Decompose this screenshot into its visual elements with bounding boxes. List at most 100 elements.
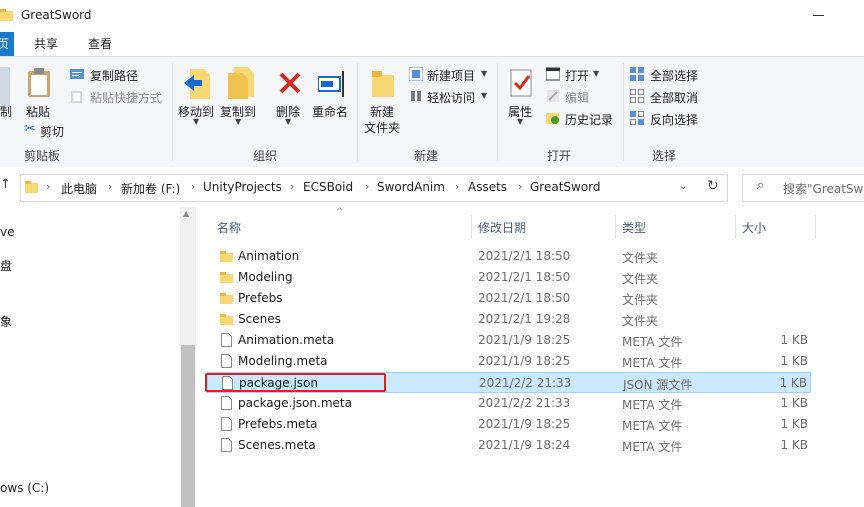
properties-button[interactable]: 属性 ▼ — [504, 65, 540, 127]
address-dropdown-icon[interactable]: ⌄ — [679, 181, 687, 192]
new-item-label: 新建项目 — [427, 69, 476, 83]
copy-path-icon — [70, 69, 84, 79]
file-row[interactable]: Scenes 2021/2/1 19:28 文件夹 — [207, 309, 811, 330]
file-row[interactable]: Animation 2021/2/1 18:50 文件夹 — [207, 246, 811, 267]
nav-scrollbar[interactable]: ▲ — [180, 207, 196, 507]
column-divider[interactable] — [471, 215, 472, 239]
nav-item-onedrive[interactable]: ve — [0, 225, 14, 239]
edit-label: 编辑 — [565, 91, 590, 105]
dropdown-arrow-icon: ▼ — [193, 117, 200, 126]
new-folder-button[interactable]: 新建 文件夹 — [364, 65, 404, 141]
column-divider[interactable] — [815, 215, 816, 239]
folder-icon — [220, 314, 233, 325]
file-size: 1 KB — [780, 438, 808, 452]
column-divider[interactable] — [615, 215, 616, 239]
delete-button[interactable]: 删除 ▼ — [270, 65, 310, 127]
file-date: 2021/1/9 18:24 — [478, 438, 571, 452]
file-name: Scenes — [238, 312, 281, 326]
file-row[interactable]: Modeling.meta 2021/1/9 18:25 META 文件 1 KB — [207, 351, 811, 372]
file-type: META 文件 — [622, 335, 683, 349]
file-type: 文件夹 — [622, 314, 659, 328]
file-row[interactable]: Scenes.meta 2021/1/9 18:24 META 文件 1 KB — [207, 435, 811, 456]
file-size: 1 KB — [780, 333, 808, 347]
file-icon — [221, 333, 232, 347]
file-row[interactable]: package.json.meta 2021/2/2 21:33 META 文件 1 … — [207, 393, 811, 414]
nav-item-pictures[interactable]: 象 — [0, 313, 12, 330]
column-header-name[interactable]: 名称 — [217, 219, 241, 236]
breadcrumb-ecsboid[interactable]: ECSBoid — [303, 180, 353, 194]
scrollbar-thumb[interactable] — [181, 345, 195, 507]
folder-icon — [220, 272, 233, 283]
column-divider[interactable] — [735, 215, 736, 239]
paste-shortcut-icon — [71, 91, 82, 103]
breadcrumb-separator-icon: › — [518, 180, 523, 193]
paste-button[interactable]: 粘贴 — [24, 65, 54, 125]
column-header-type[interactable]: 类型 — [622, 219, 646, 236]
address-bar[interactable]: › 此电脑 › 新加卷 (F:) › UnityProjects › ECSBo… — [20, 174, 700, 202]
file-row[interactable]: Prefebs 2021/2/1 18:50 文件夹 — [207, 288, 811, 309]
tab-share[interactable]: 共享 — [26, 32, 66, 56]
move-to-button[interactable]: 移动到 ▼ — [178, 65, 218, 127]
clipboard-icon — [28, 68, 50, 97]
window-title: GreatSword — [21, 8, 92, 22]
open-icon — [546, 67, 560, 81]
tab-view[interactable]: 查看 — [80, 32, 120, 56]
new-folder-label-line2: 文件夹 — [364, 121, 401, 135]
breadcrumb-assets[interactable]: Assets — [468, 180, 507, 194]
file-date: 2021/1/9 18:25 — [478, 417, 571, 431]
easy-access-label: 轻松访问 — [427, 91, 476, 105]
breadcrumb-swordanim[interactable]: SwordAnim — [377, 180, 445, 194]
easy-access-icon — [411, 91, 421, 101]
folder-icon — [25, 181, 38, 193]
up-arrow-icon[interactable]: ↑ — [0, 177, 11, 192]
file-date: 2021/1/9 18:25 — [478, 333, 571, 347]
copy-to-button[interactable]: 复制到 ▼ — [220, 65, 260, 127]
column-header-date[interactable]: 修改日期 — [478, 219, 526, 236]
file-name: Scenes.meta — [238, 438, 316, 452]
folder-icon — [220, 293, 233, 304]
dropdown-arrow-icon: ▼ — [481, 91, 488, 100]
search-input-placeholder: 搜索"GreatSwo — [783, 182, 864, 196]
search-box[interactable]: ⌕ 搜索"GreatSwo — [742, 174, 864, 202]
ribbon-separator — [172, 63, 173, 161]
refresh-icon: ↻ — [707, 178, 719, 194]
breadcrumb-unityprojects[interactable]: UnityProjects — [203, 180, 282, 194]
address-row: ↑ › 此电脑 › 新加卷 (F:) › UnityProjects › ECS… — [0, 167, 864, 207]
file-row[interactable]: Animation.meta 2021/1/9 18:25 META 文件 1 KB — [207, 330, 811, 351]
file-type: META 文件 — [622, 419, 683, 433]
refresh-button[interactable]: ↻ — [699, 174, 728, 202]
column-header-size[interactable]: 大小 — [742, 219, 766, 236]
file-type: META 文件 — [622, 398, 683, 412]
breadcrumb-greatsword[interactable]: GreatSword — [530, 180, 601, 194]
invert-selection-label: 反向选择 — [650, 113, 699, 127]
file-size: 1 KB — [780, 417, 808, 431]
search-icon: ⌕ — [757, 178, 765, 193]
new-folder-icon — [372, 71, 394, 97]
scroll-up-icon[interactable]: ▲ — [183, 209, 189, 218]
minimize-icon[interactable] — [813, 15, 824, 16]
edit-icon — [547, 90, 559, 102]
rename-button[interactable]: 重命名 — [312, 65, 352, 127]
group-label-open: 打开 — [547, 149, 572, 163]
file-type: 文件夹 — [622, 251, 659, 265]
dropdown-arrow-icon: ▼ — [517, 117, 524, 126]
file-row[interactable]: Prefebs.meta 2021/1/9 18:25 META 文件 1 KB — [207, 414, 811, 435]
history-icon — [546, 113, 559, 124]
breadcrumb-separator-icon: › — [191, 180, 196, 193]
tab-file[interactable]: 页 — [0, 32, 14, 56]
file-row[interactable]: Modeling 2021/2/1 18:50 文件夹 — [207, 267, 811, 288]
paste-shortcut-label: 粘贴快捷方式 — [90, 91, 163, 105]
pin-label: 制 — [0, 105, 13, 119]
breadcrumb-separator-icon: › — [290, 180, 295, 193]
annotation-highlight-box — [205, 373, 386, 392]
file-name: Prefebs.meta — [238, 417, 318, 431]
nav-item-disk[interactable]: 盘 — [0, 257, 12, 274]
file-icon — [221, 354, 232, 368]
file-icon — [221, 438, 232, 452]
navigation-pane: ve 盘 象 ows (C:) — [0, 207, 196, 507]
file-name: package.json.meta — [238, 396, 352, 410]
breadcrumb-this-pc[interactable]: 此电脑 — [61, 180, 97, 197]
breadcrumb-drive[interactable]: 新加卷 (F:) — [121, 180, 180, 197]
nav-item-windows-c[interactable]: ows (C:) — [0, 481, 49, 495]
ribbon-tabs: 页 共享 查看 — [0, 32, 864, 56]
